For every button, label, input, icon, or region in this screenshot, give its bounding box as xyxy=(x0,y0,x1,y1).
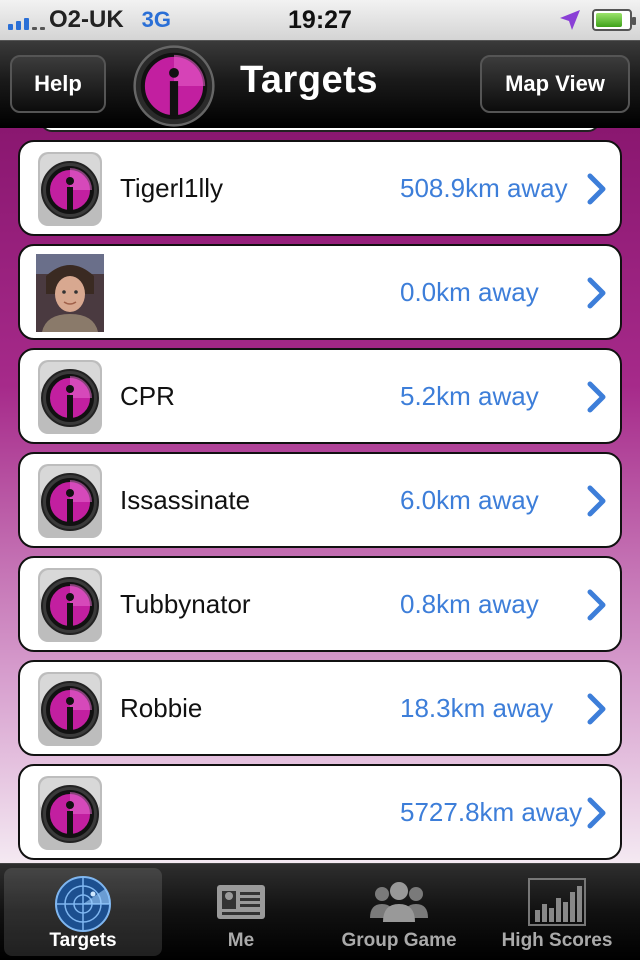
target-distance: 5727.8km away xyxy=(400,797,583,827)
list-item[interactable]: Robbie 18.3km away xyxy=(18,660,622,756)
battery-level xyxy=(596,13,622,27)
group-icon xyxy=(370,882,428,922)
page-title: Targets xyxy=(240,59,378,101)
tab-group-game[interactable]: Group Game xyxy=(320,868,478,956)
target-distance: 18.3km away xyxy=(400,693,554,723)
target-logo-icon xyxy=(36,150,104,228)
list-item[interactable]: Issassinate 6.0km away xyxy=(18,452,622,548)
disclosure-chevron-icon[interactable] xyxy=(586,796,608,830)
target-logo-icon xyxy=(36,462,104,540)
target-name: Issassinate xyxy=(120,485,251,515)
disclosure-chevron-icon[interactable] xyxy=(586,692,608,726)
list-item[interactable]: 0.0km away xyxy=(18,244,622,340)
list-item[interactable]: Tigerl1lly 508.9km away xyxy=(18,140,622,236)
target-distance: 5.2km away xyxy=(400,381,539,411)
target-distance: 0.0km away xyxy=(400,277,539,307)
tab-me[interactable]: Me xyxy=(162,868,320,956)
map-view-button[interactable]: Map View xyxy=(480,55,630,113)
target-distance: 6.0km away xyxy=(400,485,539,515)
target-logo-icon xyxy=(133,45,215,127)
location-arrow-icon xyxy=(560,10,580,30)
target-logo-icon xyxy=(36,774,104,852)
list-item[interactable]: 5727.8km away xyxy=(18,764,622,860)
target-name: Tigerl1lly xyxy=(120,173,224,203)
network-type: 3G xyxy=(141,7,172,32)
list-item-partial xyxy=(40,128,600,132)
bar-chart-icon xyxy=(528,878,586,926)
targets-list-area[interactable]: Tigerl1lly 508.9km away 0.0km away CPR 5.2km… xyxy=(0,128,640,863)
carrier-name: O2-UK xyxy=(49,6,124,33)
disclosure-chevron-icon[interactable] xyxy=(586,172,608,206)
help-button[interactable]: Help xyxy=(10,55,106,113)
disclosure-chevron-icon[interactable] xyxy=(586,276,608,310)
disclosure-chevron-icon[interactable] xyxy=(586,484,608,518)
list-item[interactable]: CPR 5.2km away xyxy=(18,348,622,444)
target-logo-icon xyxy=(36,358,104,436)
target-logo-icon xyxy=(36,670,104,748)
tab-label: Group Game xyxy=(341,930,457,951)
tab-high-scores[interactable]: High Scores xyxy=(478,868,636,956)
tab-label: Me xyxy=(227,930,255,951)
target-distance: 0.8km away xyxy=(400,589,539,619)
status-bar: O2-UK 3G 19:27 xyxy=(0,0,640,40)
tab-label: High Scores xyxy=(501,930,613,951)
tab-targets[interactable]: Targets xyxy=(4,868,162,956)
user-photo-avatar xyxy=(36,254,104,332)
list-item[interactable]: Tubbynator 0.8km away xyxy=(18,556,622,652)
disclosure-chevron-icon[interactable] xyxy=(586,588,608,622)
signal-strength-icon xyxy=(8,10,45,30)
navigation-bar: Help Targets Map View xyxy=(0,40,640,128)
target-name: Robbie xyxy=(120,693,203,723)
battery-icon xyxy=(592,9,636,31)
target-logo-icon xyxy=(36,566,104,644)
target-name: Tubbynator xyxy=(120,589,251,619)
disclosure-chevron-icon[interactable] xyxy=(586,380,608,414)
target-name: CPR xyxy=(120,381,175,411)
radar-icon xyxy=(55,876,111,932)
id-card-icon xyxy=(217,885,265,919)
tab-bar: Targets Me Group Game High Scores xyxy=(0,863,640,960)
target-distance: 508.9km away xyxy=(400,173,568,203)
